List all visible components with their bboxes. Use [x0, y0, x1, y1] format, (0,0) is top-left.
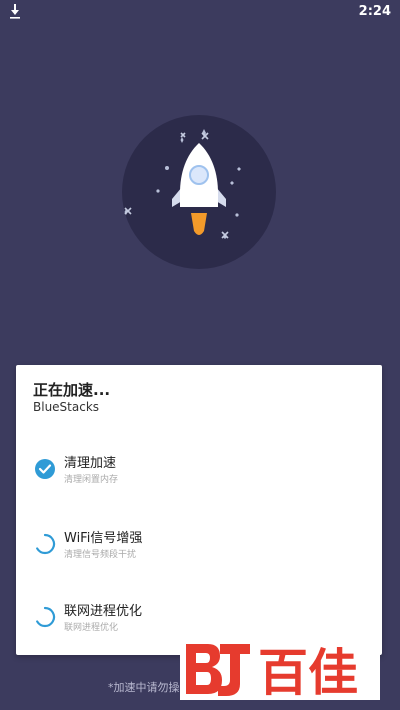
rocket-illustration	[122, 115, 276, 269]
task-item-clean: 清理加速 清理闲置内存	[16, 452, 382, 502]
task-desc: 联网进程优化	[64, 623, 119, 633]
status-time: 2:24	[358, 4, 391, 19]
task-label: WiFi信号增强	[64, 531, 143, 546]
watermark-logo: 百佳	[180, 638, 380, 700]
task-label: 联网进程优化	[64, 604, 143, 619]
check-icon	[35, 459, 55, 479]
download-icon	[10, 4, 20, 19]
task-item-wifi: WiFi信号增强 清理信号频段干扰	[16, 527, 382, 577]
footer-note: *加速中请勿操	[108, 681, 180, 694]
dialog-title: 正在加速...	[33, 381, 111, 399]
dialog-subtitle: BlueStacks	[33, 400, 100, 414]
watermark-text: 百佳	[258, 644, 358, 700]
loading-spinner-icon	[36, 606, 56, 628]
status-bar: 2:24	[0, 0, 400, 24]
task-label: 清理加速	[64, 456, 117, 471]
boost-dialog: 正在加速... BlueStacks 清理加速 清理闲置内存 WiFi信号增强 …	[16, 365, 382, 655]
loading-spinner-icon	[36, 533, 56, 555]
task-desc: 清理信号频段干扰	[64, 550, 137, 560]
task-desc: 清理闲置内存	[64, 475, 119, 485]
